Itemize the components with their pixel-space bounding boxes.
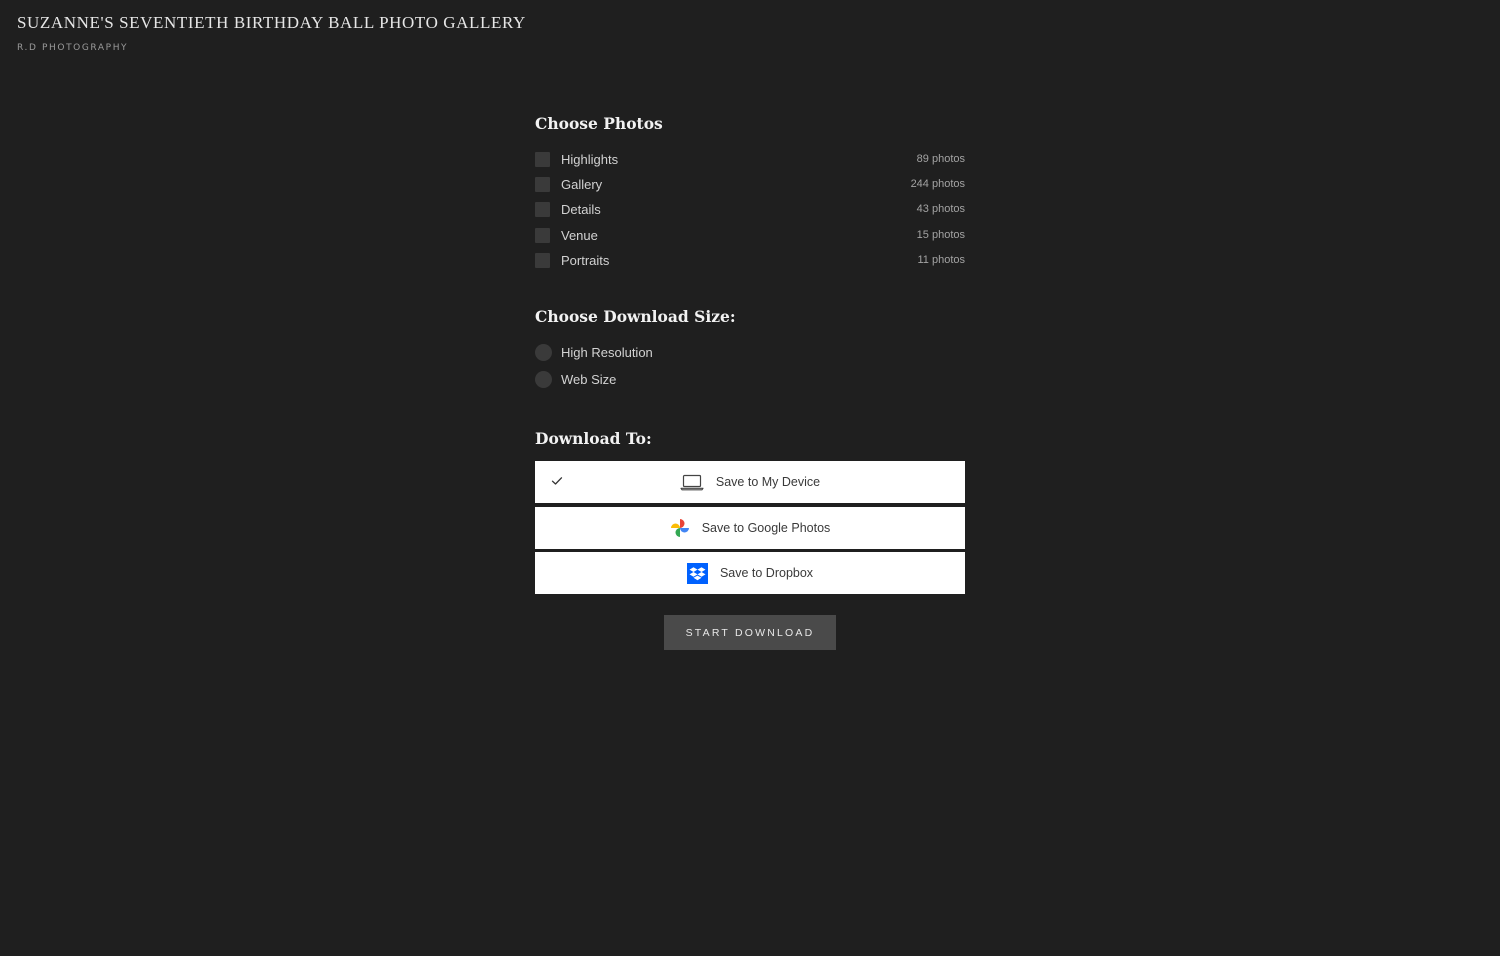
- photo-set-count: 244 photos: [910, 178, 965, 190]
- start-download-button[interactable]: START DOWNLOAD: [664, 615, 836, 650]
- google-photos-icon: [670, 518, 690, 538]
- photo-set-label: Portraits: [561, 252, 610, 268]
- check-icon: [551, 474, 563, 492]
- photo-set-portraits[interactable]: Portraits 11 photos: [535, 251, 965, 269]
- dropbox-icon: [686, 562, 708, 584]
- photo-set-label: Details: [561, 201, 601, 217]
- laptop-icon: [680, 474, 704, 491]
- save-to-dropbox-label: Save to Dropbox: [719, 566, 814, 580]
- web-size-radio[interactable]: [535, 370, 552, 388]
- photo-set-count: 43 photos: [916, 203, 965, 215]
- venue-checkbox[interactable]: [535, 227, 550, 243]
- photo-set-count: 11 photos: [917, 254, 965, 266]
- size-option-web-size[interactable]: Web Size: [535, 370, 965, 388]
- photo-set-details[interactable]: Details 43 photos: [535, 200, 965, 218]
- photo-set-count: 89 photos: [916, 153, 965, 165]
- photo-set-gallery[interactable]: Gallery 244 photos: [535, 175, 965, 193]
- gallery-title: SUZANNE'S SEVENTIETH BIRTHDAY BALL PHOTO…: [17, 13, 526, 32]
- portraits-checkbox[interactable]: [535, 252, 550, 268]
- save-to-google-photos-label: Save to Google Photos: [701, 521, 831, 535]
- photo-set-count: 15 photos: [916, 229, 965, 241]
- photo-set-label: Highlights: [561, 151, 619, 167]
- size-option-high-resolution[interactable]: High Resolution: [535, 343, 965, 361]
- save-to-device-label: Save to My Device: [715, 475, 821, 489]
- photo-set-label: Gallery: [561, 176, 603, 192]
- size-option-label: Web Size: [561, 371, 617, 387]
- save-to-device-button[interactable]: Save to My Device: [535, 461, 965, 503]
- size-option-label: High Resolution: [561, 344, 653, 360]
- highlights-checkbox[interactable]: [535, 151, 550, 167]
- high-resolution-radio[interactable]: [535, 343, 552, 361]
- photo-set-label: Venue: [561, 227, 598, 243]
- studio-name: R.D PHOTOGRAPHY: [17, 43, 129, 53]
- save-to-google-photos-button[interactable]: Save to Google Photos: [535, 507, 965, 549]
- page-header: SUZANNE'S SEVENTIETH BIRTHDAY BALL PHOTO…: [17, 13, 526, 53]
- details-checkbox[interactable]: [535, 201, 550, 217]
- save-to-dropbox-button[interactable]: Save to Dropbox: [535, 552, 965, 594]
- gallery-checkbox[interactable]: [535, 176, 550, 192]
- download-to-heading: Download To:: [535, 429, 652, 448]
- choose-photos-heading: Choose Photos: [535, 114, 663, 133]
- download-size-heading: Choose Download Size:: [535, 307, 736, 326]
- photo-set-highlights[interactable]: Highlights 89 photos: [535, 150, 965, 168]
- photo-set-venue[interactable]: Venue 15 photos: [535, 226, 965, 244]
